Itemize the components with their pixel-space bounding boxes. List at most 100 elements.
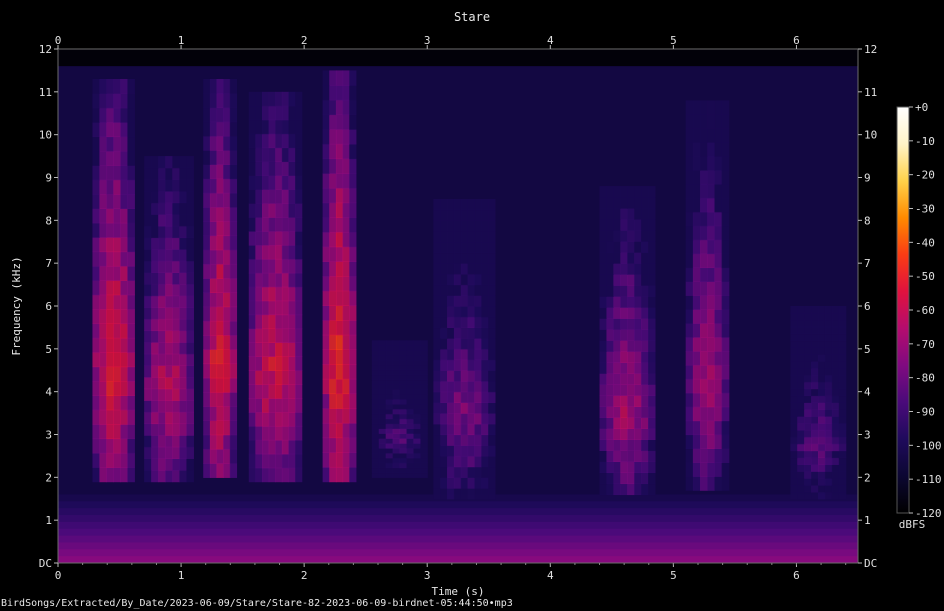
band-cell bbox=[99, 165, 108, 181]
band-cell bbox=[268, 203, 276, 218]
band-cell bbox=[335, 99, 344, 116]
band-cell bbox=[474, 338, 482, 350]
band-cell bbox=[203, 249, 211, 265]
band-cell bbox=[322, 261, 330, 277]
band-cell bbox=[406, 394, 414, 400]
band-cell bbox=[248, 147, 256, 163]
band-cell bbox=[281, 258, 290, 274]
band-cell bbox=[179, 190, 187, 204]
band-cell bbox=[447, 455, 455, 468]
band-cell bbox=[481, 413, 489, 425]
y-tick-label: 8 bbox=[45, 214, 52, 227]
band-cell bbox=[342, 422, 350, 439]
band-cell bbox=[268, 328, 276, 344]
band-cell bbox=[223, 434, 231, 450]
band-cell bbox=[692, 183, 701, 199]
band-cell bbox=[371, 399, 380, 405]
band-cell bbox=[627, 483, 635, 496]
band-cell bbox=[413, 369, 421, 376]
band-cell bbox=[627, 417, 635, 429]
band-cell bbox=[322, 408, 330, 424]
band-cell bbox=[179, 330, 187, 343]
band-cell bbox=[322, 217, 330, 233]
band-cell bbox=[295, 91, 303, 107]
x-axis-label: Time (s) bbox=[432, 585, 485, 598]
band-cell bbox=[474, 402, 482, 414]
band-cell bbox=[824, 333, 833, 342]
band-cell bbox=[288, 286, 296, 302]
band-cell bbox=[262, 91, 270, 107]
band-cell bbox=[648, 417, 656, 429]
band-cell bbox=[209, 434, 218, 450]
band-cell bbox=[127, 150, 135, 166]
band-cell bbox=[144, 156, 152, 169]
band-cell bbox=[488, 284, 496, 296]
band-cell bbox=[811, 381, 819, 390]
band-cell bbox=[172, 214, 180, 227]
band-cell bbox=[92, 294, 101, 310]
x-tick-label-top: 1 bbox=[178, 34, 185, 47]
band-cell bbox=[606, 186, 614, 198]
band-cell bbox=[613, 230, 621, 242]
band-cell bbox=[606, 241, 614, 253]
band-cell bbox=[229, 306, 238, 322]
band-cell bbox=[811, 388, 819, 397]
band-cell bbox=[460, 380, 469, 393]
band-cell bbox=[281, 425, 290, 441]
band-cell bbox=[158, 318, 166, 332]
band-cell bbox=[113, 194, 121, 210]
band-cell bbox=[203, 164, 211, 180]
band-cell bbox=[392, 345, 401, 351]
band-cell bbox=[172, 272, 180, 285]
band-cell bbox=[606, 197, 614, 209]
band-cell bbox=[700, 183, 708, 199]
band-cell bbox=[268, 244, 276, 260]
band-cell bbox=[481, 423, 489, 436]
band-cell bbox=[700, 434, 708, 450]
band-cell bbox=[229, 93, 238, 109]
band-cell bbox=[700, 323, 708, 338]
band-cell bbox=[335, 364, 344, 380]
band-cell bbox=[453, 198, 462, 211]
band-cell bbox=[335, 187, 344, 204]
band-cell bbox=[275, 91, 283, 107]
band-cell bbox=[606, 373, 614, 385]
band-cell bbox=[606, 263, 614, 275]
band-cell bbox=[151, 469, 159, 483]
band-cell bbox=[335, 129, 344, 145]
band-cell bbox=[262, 300, 270, 316]
band-cell bbox=[99, 194, 108, 210]
band-cell bbox=[99, 122, 108, 138]
band-cell bbox=[329, 320, 337, 336]
band-cell bbox=[92, 78, 101, 94]
colorbar-gradient bbox=[896, 106, 910, 514]
band-cell bbox=[467, 338, 476, 350]
band-cell bbox=[172, 190, 180, 204]
band-cell bbox=[641, 373, 649, 385]
band-cell bbox=[288, 91, 296, 107]
band-cell bbox=[721, 142, 730, 157]
band-cell bbox=[229, 207, 238, 222]
band-cell bbox=[804, 395, 812, 403]
band-cell bbox=[790, 395, 798, 403]
band-cell bbox=[627, 329, 635, 341]
band-cell bbox=[99, 309, 108, 325]
band-cell bbox=[838, 306, 847, 314]
band-cell bbox=[447, 402, 455, 414]
band-cell bbox=[714, 197, 723, 213]
band-cell bbox=[433, 273, 441, 286]
band-cell bbox=[165, 365, 173, 378]
band-cell bbox=[229, 121, 238, 137]
band-cell bbox=[99, 237, 108, 253]
band-cell bbox=[714, 420, 723, 436]
band-cell bbox=[151, 400, 159, 413]
band-cell bbox=[606, 428, 614, 440]
band-cell bbox=[209, 164, 218, 180]
band-cell bbox=[433, 402, 441, 414]
band-cell bbox=[281, 453, 290, 469]
y-tick-label-right: 4 bbox=[864, 386, 871, 399]
band-cell bbox=[831, 471, 840, 479]
x-tick-label-top: 2 bbox=[301, 34, 308, 47]
band-cell bbox=[433, 295, 441, 307]
band-cell bbox=[420, 364, 428, 371]
